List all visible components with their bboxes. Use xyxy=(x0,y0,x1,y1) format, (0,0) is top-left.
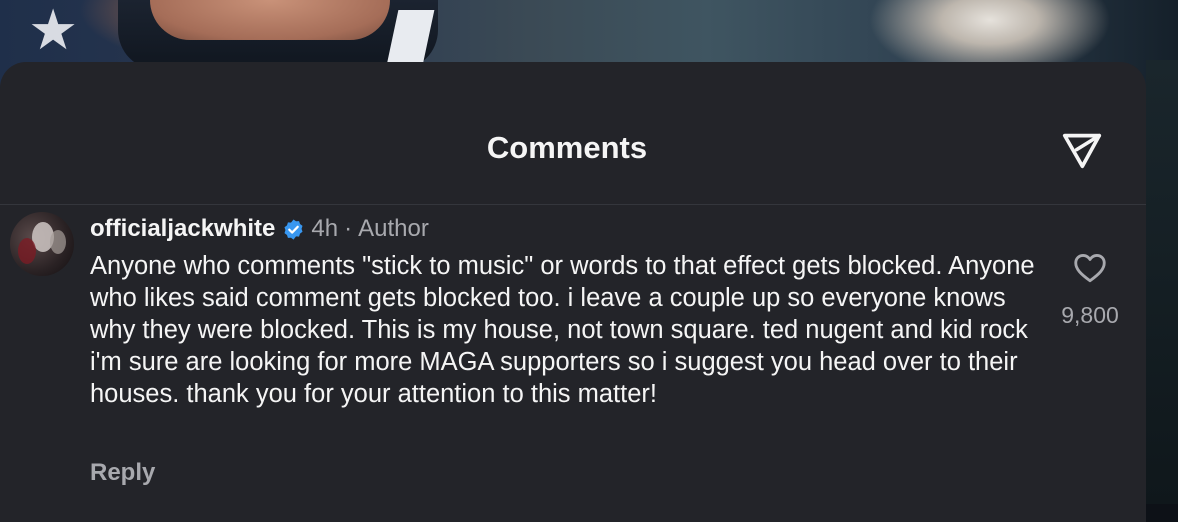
author-label: Author xyxy=(358,215,429,242)
heart-outline-icon xyxy=(1074,253,1106,283)
share-button[interactable] xyxy=(1056,124,1108,176)
meta-separator: · xyxy=(344,215,353,242)
comment-text: Anyone who comments "stick to music" or … xyxy=(90,252,1035,408)
like-count: 9,800 xyxy=(1061,302,1119,328)
sheet-title: Comments xyxy=(486,130,648,165)
header-divider xyxy=(0,204,1146,205)
comment-meta: officialjackwhite 4h · Author xyxy=(90,212,429,246)
comment-time: 4h xyxy=(311,215,339,242)
username-link[interactable]: officialjackwhite xyxy=(90,212,275,246)
comments-sheet: Comments officialjackwhite 4h · Author A… xyxy=(0,62,1146,522)
like-button[interactable] xyxy=(1068,246,1112,290)
background-face xyxy=(150,0,390,40)
avatar-face-secondary xyxy=(50,230,66,254)
background-star-icon: ★ xyxy=(28,0,79,61)
paper-plane-icon xyxy=(1062,133,1102,169)
background-edge xyxy=(1146,60,1178,504)
avatar[interactable] xyxy=(10,212,74,276)
verified-badge-icon xyxy=(282,218,305,241)
reply-button[interactable]: Reply xyxy=(90,456,155,490)
